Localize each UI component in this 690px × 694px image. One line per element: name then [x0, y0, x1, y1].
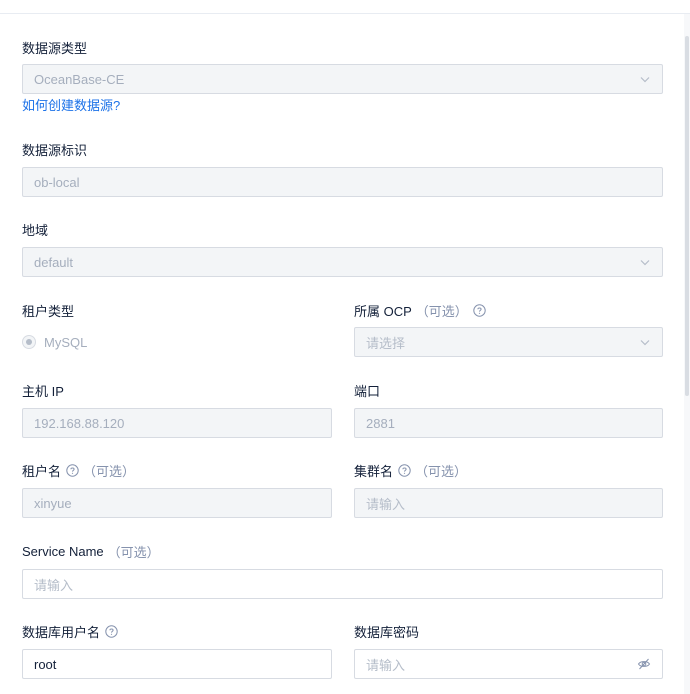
- db-password-label: 数据库密码: [354, 624, 420, 640]
- chevron-down-icon: [639, 336, 651, 348]
- chevron-down-icon: [639, 73, 651, 85]
- datasource-id-value: ob-local: [34, 174, 80, 190]
- question-circle-icon[interactable]: [105, 624, 118, 638]
- region-label: 地域: [22, 222, 49, 238]
- ocp-label: 所属 OCP （可选）: [354, 300, 486, 320]
- db-user-value: root: [34, 656, 57, 672]
- optional-tag: （可选）: [107, 544, 160, 560]
- question-circle-icon[interactable]: [473, 303, 486, 317]
- tenant-name-input[interactable]: xinyue: [22, 488, 332, 518]
- cluster-name-placeholder: 请输入: [366, 496, 406, 512]
- host-ip-input[interactable]: 192.168.88.120: [22, 408, 332, 438]
- tenant-name-label: 租户名 （可选）: [22, 460, 135, 480]
- datasource-type-label: 数据源类型: [22, 40, 88, 56]
- port-label: 端口: [354, 383, 381, 399]
- question-circle-icon[interactable]: [398, 463, 411, 477]
- ocp-select[interactable]: 请选择: [354, 327, 663, 357]
- how-to-create-datasource-link[interactable]: 如何创建数据源?: [22, 94, 120, 114]
- host-ip-value: 192.168.88.120: [34, 415, 125, 431]
- tenant-type-option-label: MySQL: [44, 334, 88, 350]
- datasource-type-select[interactable]: OceanBase-CE: [22, 64, 663, 94]
- db-user-label: 数据库用户名: [22, 621, 118, 641]
- datasource-form: 数据源类型 OceanBase-CE 如何创建数据源? 数据源标识 ob-loc…: [0, 0, 684, 694]
- tenant-type-label: 租户类型: [22, 303, 75, 319]
- datasource-id-input[interactable]: ob-local: [22, 167, 663, 197]
- port-input[interactable]: 2881: [354, 408, 663, 438]
- optional-tag: （可选）: [415, 463, 468, 479]
- service-name-input[interactable]: 请输入: [22, 569, 663, 599]
- scrollbar[interactable]: [684, 14, 690, 694]
- datasource-id-label: 数据源标识: [22, 142, 88, 158]
- region-value: default: [34, 254, 74, 270]
- chevron-down-icon: [639, 256, 651, 268]
- scrollbar-thumb[interactable]: [685, 36, 689, 396]
- tenant-name-value: xinyue: [34, 495, 72, 511]
- db-password-input[interactable]: 请输入: [354, 649, 663, 679]
- radio-dot: [22, 335, 36, 349]
- tenant-type-radio-mysql[interactable]: MySQL: [22, 332, 87, 352]
- service-name-placeholder: 请输入: [34, 577, 74, 593]
- region-select[interactable]: default: [22, 247, 663, 277]
- eye-invisible-icon[interactable]: [637, 657, 651, 671]
- service-name-label: Service Name （可选）: [22, 543, 160, 560]
- host-ip-label: 主机 IP: [22, 383, 64, 399]
- cluster-name-input[interactable]: 请输入: [354, 488, 663, 518]
- optional-tag: （可选）: [415, 303, 468, 319]
- datasource-type-value: OceanBase-CE: [34, 71, 125, 87]
- optional-tag: （可选）: [83, 463, 136, 479]
- db-user-input[interactable]: root: [22, 649, 332, 679]
- db-password-placeholder: 请输入: [366, 657, 406, 673]
- port-value: 2881: [366, 415, 395, 431]
- question-circle-icon[interactable]: [66, 463, 79, 477]
- ocp-placeholder: 请选择: [366, 335, 406, 351]
- cluster-name-label: 集群名 （可选）: [354, 460, 467, 480]
